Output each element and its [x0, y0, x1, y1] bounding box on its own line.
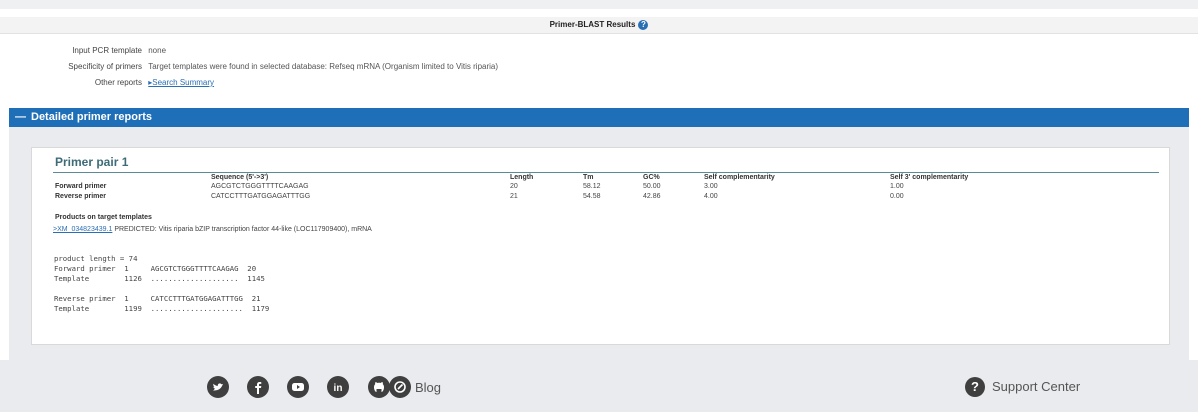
other-reports-label: Other reports [94, 78, 142, 87]
forward-sequence: AGCGTCTGGGTTTTCAAGAG [211, 183, 309, 190]
question-icon[interactable]: ? [638, 19, 649, 30]
page-title: Primer-BLAST Results [549, 20, 636, 29]
forward-gc: 50.00 [643, 183, 661, 190]
reverse-self-comp: 4.00 [704, 193, 718, 200]
reverse-gc: 42.86 [643, 193, 661, 200]
reverse-length: 21 [510, 193, 518, 200]
specificity-label: Specificity of primers [68, 62, 142, 71]
col-tm-header: Tm [583, 174, 594, 181]
alignment-line: Forward primer 1 AGCGTCTGGGTTTTCAAGAG 20 [54, 264, 257, 273]
top-strip [0, 0, 1198, 9]
linkedin-icon[interactable]: in [327, 376, 349, 398]
reverse-tm: 54.58 [583, 193, 601, 200]
svg-text:in: in [334, 383, 343, 394]
input-template-value: none [148, 46, 167, 55]
products-title: Products on target templates [55, 214, 152, 221]
input-template-row: Input PCR template none [10, 46, 166, 55]
forward-self-comp: 3.00 [704, 183, 718, 190]
collapse-icon[interactable]: — [15, 108, 26, 127]
blog-link[interactable]: Blog [415, 380, 441, 395]
github-icon[interactable] [368, 376, 390, 398]
col-gc-header: GC% [643, 174, 660, 181]
col-sequence-header: Sequence (5'->3') [211, 174, 269, 181]
product-description: PREDICTED: Vitis riparia bZIP transcript… [114, 226, 372, 233]
forward-self3-comp: 1.00 [890, 183, 904, 190]
specificity-value: Target templates were found in selected … [148, 62, 499, 71]
specificity-row: Specificity of primers Target templates … [10, 62, 498, 71]
section-title: Detailed primer reports [31, 111, 153, 123]
col-length-header: Length [510, 174, 534, 181]
support-icon[interactable]: ? [965, 377, 985, 397]
detailed-reports-header[interactable]: — Detailed primer reports [9, 108, 1189, 127]
product-entry: >XM_034823439.1 PREDICTED: Vitis riparia… [53, 226, 372, 233]
alignment-line: Template 1199 ..................... 1179 [54, 304, 270, 313]
forward-primer-label: Forward primer [55, 183, 107, 190]
youtube-icon[interactable] [287, 376, 309, 398]
primer-pair-card [31, 147, 1170, 345]
accession-link[interactable]: >XM_034823439.1 [53, 226, 112, 233]
title-divider [53, 172, 1159, 173]
twitter-icon[interactable] [207, 376, 229, 398]
product-length: product length = 74 [54, 254, 138, 263]
blog-icon[interactable] [389, 376, 411, 398]
alignment-line: Reverse primer 1 CATCCTTTGATGGAGATTTGG 2… [54, 294, 261, 303]
alignment-line: Template 1126 .................... 1145 [54, 274, 265, 283]
input-template-label: Input PCR template [72, 46, 142, 55]
primer-pair-title: Primer pair 1 [55, 155, 129, 169]
col-self-comp-header: Self complementarity [704, 174, 775, 181]
results-header: Primer-BLAST Results? [0, 17, 1198, 34]
other-reports-row: Other reports ▸Search Summary [10, 78, 214, 87]
forward-tm: 58.12 [583, 183, 601, 190]
reverse-self3-comp: 0.00 [890, 193, 904, 200]
col-self3-comp-header: Self 3' complementarity [890, 174, 969, 181]
facebook-icon[interactable] [247, 376, 269, 398]
support-center-link[interactable]: Support Center [992, 379, 1080, 394]
forward-length: 20 [510, 183, 518, 190]
search-summary-link[interactable]: ▸Search Summary [148, 78, 214, 87]
reverse-primer-label: Reverse primer [55, 193, 106, 200]
reverse-sequence: CATCCTTTGATGGAGATTTGG [211, 193, 311, 200]
